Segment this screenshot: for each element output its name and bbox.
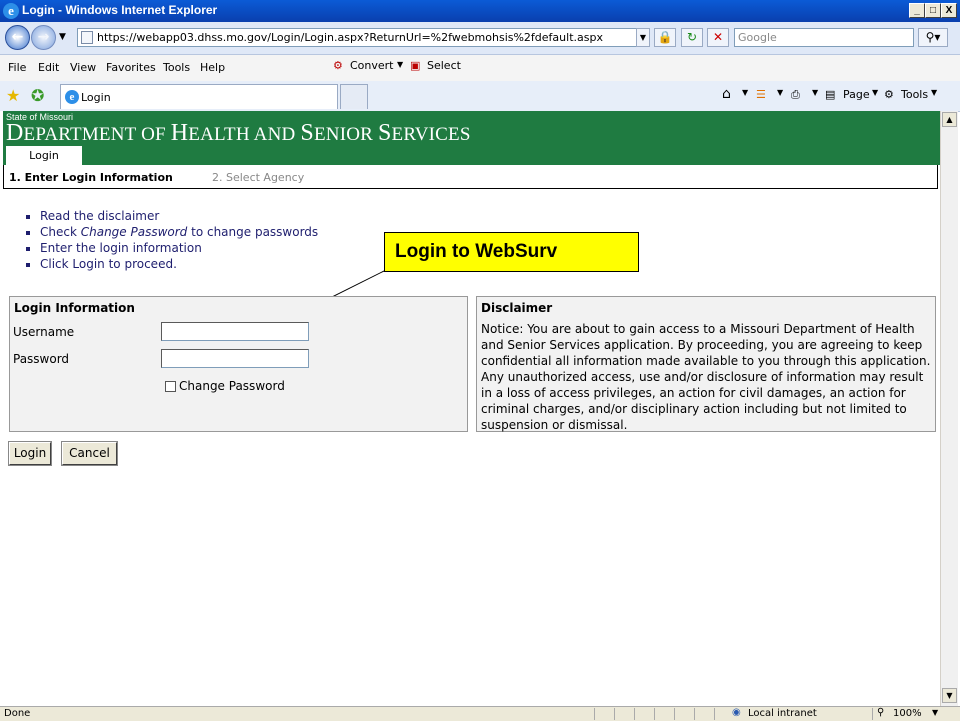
zoom-dropdown-icon[interactable]: ▼ — [932, 708, 938, 717]
disclaimer-heading: Disclaimer — [481, 301, 553, 315]
home-dropdown-icon[interactable]: ▼ — [742, 88, 748, 97]
address-bar[interactable]: https://webapp03.dhss.mo.gov/Login/Login… — [77, 28, 649, 47]
tab-label: Login — [81, 91, 111, 104]
print-icon[interactable]: ⎙ — [791, 88, 800, 102]
tools-menu-button[interactable]: Tools — [901, 88, 928, 101]
page-menu-button[interactable]: Page — [843, 88, 870, 101]
menu-help[interactable]: Help — [200, 61, 225, 74]
window-title: Login - Windows Internet Explorer — [22, 3, 218, 17]
tools-gear-icon: ⚙ — [884, 88, 894, 101]
wizard-steps: 1. Enter Login Information 2. Select Age… — [3, 165, 938, 189]
intranet-globe-icon: ◉ — [732, 707, 741, 718]
status-segment — [872, 708, 874, 720]
step-select-agency: 2. Select Agency — [212, 171, 305, 184]
password-label: Password — [13, 352, 70, 366]
dhss-banner: State of Missouri DEPARTMENT OF HEALTH A… — [3, 111, 940, 166]
refresh-icon[interactable]: ↻ — [681, 28, 703, 47]
history-dropdown-icon[interactable]: ▼ — [59, 32, 66, 42]
scroll-up-icon[interactable]: ▲ — [942, 112, 957, 127]
status-segment — [614, 708, 635, 720]
page-icon — [81, 31, 93, 44]
tab-login[interactable]: e Login — [60, 84, 338, 109]
zoom-level[interactable]: 100% — [893, 708, 922, 719]
forward-button[interactable]: → — [31, 25, 56, 50]
status-segment — [634, 708, 655, 720]
status-segment — [674, 708, 695, 720]
address-dropdown-icon[interactable]: ▼ — [636, 28, 650, 47]
search-icon[interactable]: ⚲▾ — [918, 28, 948, 47]
username-label: Username — [13, 325, 75, 339]
login-information-panel: Login Information Username Password Chan… — [9, 296, 468, 432]
new-tab-button[interactable] — [340, 84, 368, 109]
list-item: Read the disclaimer — [40, 208, 318, 224]
home-icon[interactable]: ⌂ — [722, 86, 731, 102]
status-text: Done — [4, 708, 31, 719]
favorites-bar: ★ ✪ e Login ⌂ ▼ ☰ ▼ ⎙ ▼ ▤ Page ▼ ⚙ Tools… — [0, 81, 960, 112]
minimize-button[interactable]: _ — [909, 3, 925, 18]
select-icon: ▣ — [410, 59, 421, 72]
page-menu-icon: ▤ — [825, 88, 836, 101]
print-dropdown-icon[interactable]: ▼ — [812, 88, 818, 97]
zoom-icon: ⚲ — [877, 707, 885, 718]
convert-icon: ⚙ — [333, 59, 343, 72]
search-input[interactable]: Google — [734, 28, 914, 47]
login-panel-heading: Login Information — [14, 301, 135, 315]
list-item: Check Change Password to change password… — [40, 224, 318, 240]
ie-logo-icon: e — [3, 3, 19, 19]
window-title-bar: e Login - Windows Internet Explorer _ □ … — [0, 0, 960, 22]
address-url: https://webapp03.dhss.mo.gov/Login/Login… — [97, 31, 603, 44]
select-button[interactable]: Select — [427, 59, 461, 72]
login-button[interactable]: Login — [8, 441, 52, 466]
maximize-button[interactable]: □ — [925, 3, 941, 18]
ie-page-icon: e — [65, 90, 79, 104]
cancel-button[interactable]: Cancel — [61, 441, 118, 466]
lock-icon[interactable]: 🔒 — [654, 28, 676, 47]
disclaimer-text: Notice: You are about to gain access to … — [481, 322, 931, 432]
page-dropdown-icon[interactable]: ▼ — [872, 88, 878, 97]
tools-dropdown-icon[interactable]: ▼ — [931, 88, 937, 97]
menu-favorites[interactable]: Favorites — [106, 61, 156, 74]
menu-file[interactable]: File — [8, 61, 26, 74]
menu-tools[interactable]: Tools — [163, 61, 190, 74]
status-segment — [694, 708, 715, 720]
status-segment — [654, 708, 675, 720]
vertical-scrollbar[interactable]: ▲ ▼ — [940, 111, 958, 706]
menu-edit[interactable]: Edit — [38, 61, 59, 74]
feeds-icon[interactable]: ☰ — [756, 88, 766, 101]
add-favorites-icon[interactable]: ✪ — [31, 86, 44, 105]
list-item: Enter the login information — [40, 240, 318, 256]
status-bar: Done ◉ Local intranet ⚲ 100% ▼ — [0, 706, 960, 721]
convert-dropdown-icon[interactable]: ▼ — [397, 60, 403, 69]
list-item: Click Login to proceed. — [40, 256, 318, 272]
status-segment — [714, 708, 729, 720]
scroll-down-icon[interactable]: ▼ — [942, 688, 957, 703]
favorites-star-icon[interactable]: ★ — [6, 86, 20, 105]
menu-bar: File Edit View Favorites Tools Help ⚙ Co… — [0, 55, 960, 82]
stop-icon[interactable]: ✕ — [707, 28, 729, 47]
security-zone-label: Local intranet — [748, 708, 817, 719]
change-password-checkbox[interactable] — [165, 381, 176, 392]
navigation-bar: ← → ▼ https://webapp03.dhss.mo.gov/Login… — [0, 22, 960, 55]
annotation-callout: Login to WebSurv — [384, 232, 639, 272]
back-button[interactable]: ← — [5, 25, 30, 50]
page-content: State of Missouri DEPARTMENT OF HEALTH A… — [0, 111, 940, 706]
password-field[interactable] — [161, 349, 309, 368]
username-field[interactable] — [161, 322, 309, 341]
step-enter-login: 1. Enter Login Information — [9, 171, 173, 184]
convert-button[interactable]: Convert — [350, 59, 394, 72]
disclaimer-panel: Disclaimer Notice: You are about to gain… — [476, 296, 936, 432]
instructions-list: Read the disclaimer Check Change Passwor… — [22, 208, 318, 272]
status-segment — [594, 708, 615, 720]
change-password-label: Change Password — [179, 379, 285, 393]
menu-view[interactable]: View — [70, 61, 96, 74]
feeds-dropdown-icon[interactable]: ▼ — [777, 88, 783, 97]
banner-department-title: DEPARTMENT OF HEALTH AND SENIOR SERVICES — [6, 120, 471, 146]
close-window-button[interactable]: X — [941, 3, 957, 18]
tab-login-page[interactable]: Login — [6, 146, 82, 166]
